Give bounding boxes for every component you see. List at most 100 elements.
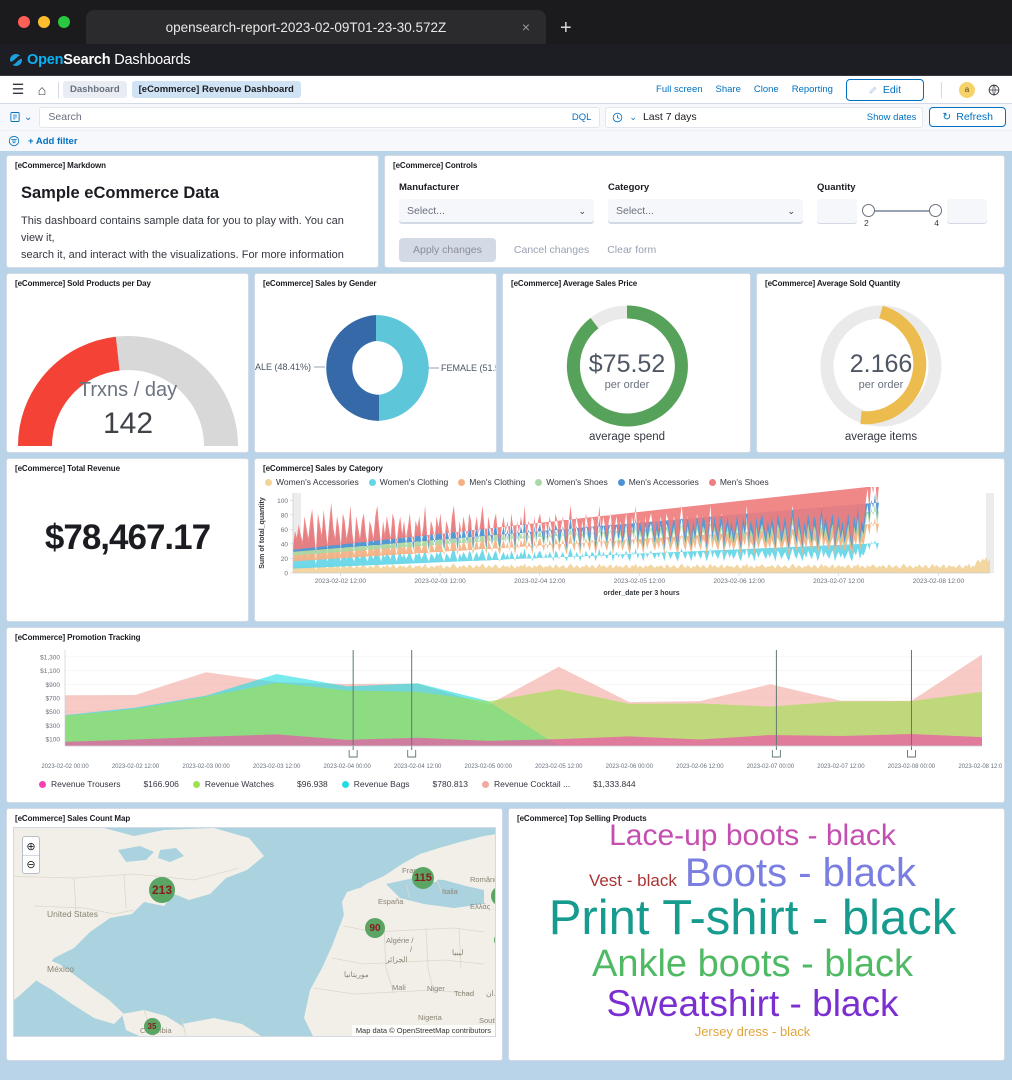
- zoom-out-icon[interactable]: ⊖: [23, 855, 39, 873]
- legend-label: Women's Accessories: [276, 477, 359, 487]
- legend-label: Revenue Trousers: [51, 779, 120, 789]
- svg-text:2023-02-02 12:00: 2023-02-02 12:00: [112, 764, 160, 770]
- legend-item[interactable]: Revenue Watches$96.938: [193, 779, 328, 789]
- legend-label: Men's Shoes: [720, 477, 769, 487]
- zoom-in-icon[interactable]: ⊕: [23, 837, 39, 855]
- legend-item[interactable]: Men's Clothing: [458, 477, 525, 487]
- index-pattern-icon: [9, 111, 21, 123]
- minimize-window-button[interactable]: [38, 16, 50, 28]
- chevron-down-icon[interactable]: ⌄: [24, 112, 32, 123]
- reporting-link[interactable]: Reporting: [792, 84, 833, 95]
- legend-item[interactable]: Men's Accessories: [618, 477, 699, 487]
- map-marker[interactable]: 90: [365, 918, 385, 938]
- category-label: Category: [608, 182, 803, 193]
- avatar[interactable]: a: [959, 82, 975, 98]
- quantity-max-input[interactable]: [947, 199, 987, 224]
- apply-changes-button[interactable]: Apply changes: [399, 238, 496, 262]
- map-marker[interactable]: 115: [412, 867, 434, 889]
- panel-markdown-title: [eCommerce] Markdown: [7, 156, 378, 170]
- share-link[interactable]: Share: [716, 84, 741, 95]
- chevron-down-icon: ⌄: [787, 206, 795, 217]
- wordcloud-term[interactable]: Vest - black: [589, 871, 677, 890]
- refresh-button[interactable]: ↻ Refresh: [929, 107, 1006, 127]
- dataset-selector[interactable]: ⌄: [6, 111, 39, 123]
- edit-button[interactable]: Edit: [846, 79, 924, 101]
- date-chevron-icon[interactable]: ⌄: [629, 112, 637, 123]
- quantity-slider[interactable]: 2 4: [862, 199, 942, 224]
- svg-text:$900: $900: [46, 682, 61, 689]
- legend-label: Revenue Cocktail ...: [494, 779, 570, 789]
- browser-tab[interactable]: opensearch-report-2023-02-09T01-23-30.57…: [86, 10, 546, 44]
- map-zoom-controls[interactable]: ⊕ ⊖: [22, 836, 40, 874]
- svg-text:2023-02-06 12:00: 2023-02-06 12:00: [713, 578, 765, 585]
- legend-item[interactable]: Women's Shoes: [535, 477, 607, 487]
- wordcloud-term[interactable]: Jersey dress - black: [695, 1024, 811, 1039]
- dashboard-row-2: [eCommerce] Sold Products per Day Trxns …: [6, 273, 1006, 453]
- breadcrumb-dashboard[interactable]: Dashboard: [63, 81, 127, 98]
- wordcloud-term[interactable]: Sweatshirt - black: [607, 983, 899, 1024]
- legend-item[interactable]: Revenue Cocktail ... $1,333.844: [482, 779, 636, 789]
- clone-link[interactable]: Clone: [754, 84, 779, 95]
- legend-color-dot: [618, 479, 625, 486]
- new-tab-icon[interactable]: +: [546, 18, 586, 38]
- home-icon[interactable]: ⌂: [30, 82, 54, 98]
- maximize-window-button[interactable]: [58, 16, 70, 28]
- svg-text:2023-02-04 12:00: 2023-02-04 12:00: [394, 764, 442, 770]
- legend-item[interactable]: Women's Clothing: [369, 477, 449, 487]
- top-selling-wordcloud: Lace-up boots - blackVest - blackBoots -…: [509, 823, 1004, 1038]
- legend-value: $166.906: [143, 779, 178, 789]
- sales-by-category-chart: 0204060801002023-02-02 12:002023-02-03 1…: [255, 487, 1000, 599]
- slider-knob-max[interactable]: [929, 204, 942, 217]
- wordcloud-term[interactable]: Ankle boots - black: [592, 943, 913, 985]
- refresh-icon: ↻: [942, 111, 951, 123]
- controls-actions: Apply changes Cancel changes Clear form: [385, 224, 1004, 262]
- legend-label: Women's Shoes: [546, 477, 607, 487]
- quantity-min-input[interactable]: [817, 199, 857, 224]
- legend-item[interactable]: Women's Accessories: [265, 477, 359, 487]
- map-marker[interactable]: 35: [144, 1018, 161, 1035]
- legend-value: $1,333.844: [593, 779, 636, 789]
- filter-icon[interactable]: [8, 135, 20, 147]
- wordcloud-term[interactable]: Boots - black: [685, 851, 916, 895]
- map-canvas[interactable]: United StatesMéxicoFranceRomâniaEspañaIt…: [13, 827, 496, 1037]
- map-place-label: Nigeria: [418, 1013, 442, 1022]
- svg-text:2023-02-04 00:00: 2023-02-04 00:00: [323, 764, 371, 770]
- legend-item[interactable]: Revenue Trousers $166.906: [39, 779, 179, 789]
- svg-text:2023-02-02 12:00: 2023-02-02 12:00: [315, 578, 367, 585]
- wordcloud-term[interactable]: Print T-shirt - black: [549, 891, 957, 945]
- clear-form-button[interactable]: Clear form: [607, 244, 656, 256]
- map-marker[interactable]: 213: [149, 877, 175, 903]
- slider-knob-min[interactable]: [862, 204, 875, 217]
- category-select[interactable]: Select... ⌄: [608, 199, 803, 224]
- legend-item[interactable]: Men's Shoes: [709, 477, 769, 487]
- dql-label[interactable]: DQL: [564, 112, 592, 123]
- map-place-label: South Su: [479, 1016, 496, 1025]
- wordcloud-line: Ankle boots - black: [592, 945, 921, 984]
- help-icon[interactable]: [988, 84, 1000, 96]
- app-root: opensearch-report-2023-02-09T01-23-30.57…: [0, 0, 1012, 1080]
- legend-label: Revenue Watches: [205, 779, 274, 789]
- legend-color-dot: [265, 479, 272, 486]
- legend-item[interactable]: Revenue Bags$780.813: [342, 779, 468, 789]
- close-window-button[interactable]: [18, 16, 30, 28]
- manufacturer-select[interactable]: Select... ⌄: [399, 199, 594, 224]
- cancel-changes-button[interactable]: Cancel changes: [514, 244, 589, 256]
- search-input[interactable]: Search DQL: [39, 107, 600, 128]
- hamburger-menu-icon[interactable]: ☰: [6, 81, 30, 98]
- svg-text:2023-02-03 12:00: 2023-02-03 12:00: [253, 764, 301, 770]
- nav-divider-2: [941, 82, 942, 98]
- panel-sold-products: [eCommerce] Sold Products per Day Trxns …: [6, 273, 249, 453]
- show-dates-link[interactable]: Show dates: [867, 112, 917, 123]
- add-filter-button[interactable]: + Add filter: [28, 136, 78, 147]
- breadcrumb-current[interactable]: [eCommerce] Revenue Dashboard: [132, 81, 301, 98]
- full-screen-link[interactable]: Full screen: [656, 84, 702, 95]
- wordcloud-term[interactable]: Lace-up boots - black: [609, 819, 896, 852]
- date-picker[interactable]: ⌄ Last 7 days Show dates: [605, 107, 923, 128]
- brand-search: Search: [63, 52, 110, 68]
- controls-inputs: Manufacturer Select... ⌄ Category Select…: [385, 170, 1004, 224]
- map-attribution: Map data © OpenStreetMap contributors: [352, 1025, 495, 1036]
- svg-text:Sum of total_quantity: Sum of total_quantity: [259, 497, 266, 569]
- slider-track: [866, 210, 938, 212]
- map-place-label: United States: [47, 909, 98, 919]
- close-tab-icon[interactable]: ×: [516, 19, 536, 35]
